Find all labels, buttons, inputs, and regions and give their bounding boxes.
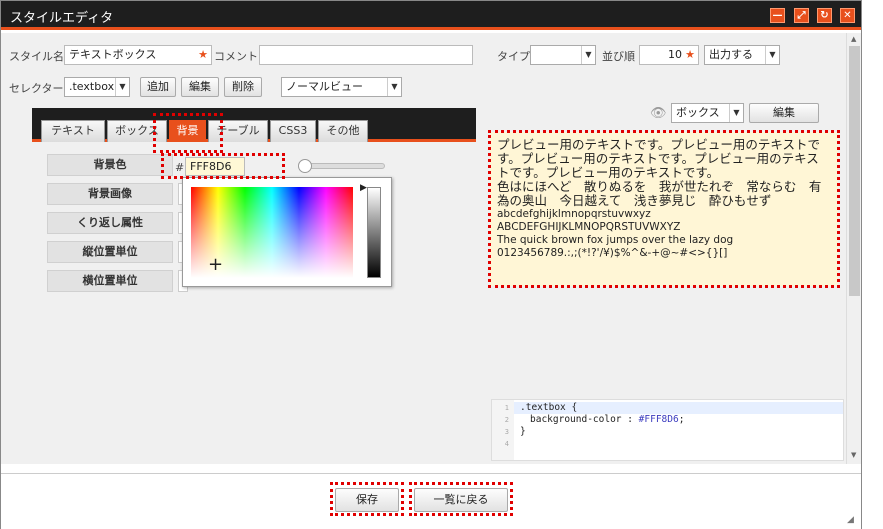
delete-button[interactable]: 削除 — [224, 77, 262, 97]
chevron-down-icon: ▼ — [729, 104, 743, 122]
preview-symbols: 0123456789.:,;(*!?'/¥)$%^&-+@~#<>{}[] — [497, 247, 728, 259]
color-picker: + ▶ — [182, 177, 392, 287]
style-name-value: テキストボックス — [69, 48, 157, 61]
preview-mode-select[interactable]: ボックス ▼ — [671, 103, 744, 123]
code-semicolon: ; — [678, 414, 685, 425]
style-editor-window: スタイルエディタ — ⤢ ↻ ✕ ▲ ▼ スタイル名 テキストボックス ★ コメ… — [0, 0, 862, 529]
minimize-icon[interactable]: — — [770, 8, 785, 23]
line-number: 1 — [504, 404, 509, 412]
tab-other[interactable]: その他 — [318, 120, 368, 142]
code-lines: .textbox { background-color : #FFF8D6; } — [520, 402, 684, 450]
bg-color-input[interactable]: FFF8D6 — [185, 157, 245, 176]
preview-japanese-text: プレビュー用のテキストです。プレビュー用のテキストです。プレビュー用のテキストで… — [497, 137, 821, 180]
scroll-up-icon[interactable]: ▲ — [851, 35, 856, 43]
required-star-icon: ★ — [685, 48, 695, 61]
color-spectrum[interactable]: + — [191, 187, 353, 278]
code-line: background-color : #FFF8D6; — [520, 414, 684, 426]
tab-css3[interactable]: CSS3 — [270, 120, 316, 142]
css-code-editor[interactable]: 1 2 3 4 .textbox { background-color : #F… — [491, 399, 844, 461]
add-button[interactable]: 追加 — [140, 77, 176, 97]
chevron-down-icon: ▼ — [115, 78, 129, 96]
scrollbar-thumb[interactable] — [849, 46, 860, 296]
tab-background[interactable]: 背景 — [169, 120, 206, 142]
footer-bar: 保存 一覧に戻る — [1, 473, 861, 529]
selector-select[interactable]: .textbox ▼ — [64, 77, 130, 97]
preview-uppercase: ABCDEFGHIJKLMNOPQRSTUVWXYZ — [497, 221, 681, 233]
selector-label: セレクター — [9, 82, 64, 95]
selector-value: .textbox — [69, 80, 115, 93]
slider-knob[interactable] — [298, 159, 312, 173]
maximize-icon[interactable]: ⤢ — [794, 8, 809, 23]
back-to-list-button[interactable]: 一覧に戻る — [414, 488, 508, 512]
code-line: } — [520, 426, 526, 437]
comment-input[interactable] — [259, 45, 473, 65]
hash-prefix: # — [175, 161, 185, 174]
order-input[interactable]: 10 ★ — [639, 45, 699, 65]
window-title: スタイルエディタ — [10, 11, 114, 26]
crosshair-icon: + — [208, 254, 224, 275]
code-line: .textbox { — [520, 402, 578, 413]
type-label: タイプ — [497, 50, 530, 63]
comment-label: コメント — [214, 50, 258, 63]
code-property: background-color : — [530, 414, 639, 425]
preview-mode-value: ボックス — [676, 106, 720, 119]
property-label-repeat: くり返し属性 — [47, 212, 173, 234]
hue-pointer-icon[interactable]: ▶ — [360, 183, 367, 193]
order-label: 並び順 — [602, 50, 635, 63]
preview-pangram: The quick brown fox jumps over the lazy … — [497, 234, 734, 246]
edit-selector-button[interactable]: 編集 — [181, 77, 219, 97]
style-name-label: スタイル名 — [9, 50, 64, 63]
vertical-scrollbar[interactable]: ▲ ▼ — [846, 33, 861, 464]
output-value: 出力する — [709, 48, 753, 61]
style-name-input[interactable]: テキストボックス ★ — [64, 45, 212, 65]
save-button[interactable]: 保存 — [335, 488, 399, 512]
line-number: 3 — [504, 428, 509, 436]
preview-area: プレビュー用のテキストです。プレビュー用のテキストです。プレビュー用のテキストで… — [490, 132, 838, 286]
chevron-down-icon: ▼ — [765, 46, 779, 64]
type-select[interactable]: ▼ — [530, 45, 596, 65]
view-mode-select[interactable]: ノーマルビュー ▼ — [281, 77, 402, 97]
property-label-bg-color: 背景色 — [47, 154, 173, 176]
tab-box[interactable]: ボックス — [107, 120, 167, 142]
opacity-slider[interactable] — [298, 159, 385, 173]
tab-table[interactable]: テーブル — [208, 120, 268, 142]
chevron-down-icon: ▼ — [387, 78, 401, 96]
tab-bar: テキスト ボックス 背景 テーブル CSS3 その他 — [32, 108, 476, 142]
line-number: 4 — [504, 440, 509, 448]
close-icon[interactable]: ✕ — [840, 8, 855, 23]
preview-edit-button[interactable]: 編集 — [749, 103, 819, 123]
required-star-icon: ★ — [198, 48, 208, 61]
property-label-horizontal-unit: 横位置単位 — [47, 270, 173, 292]
output-select[interactable]: 出力する ▼ — [704, 45, 780, 65]
preview-lowercase: abcdefghijklmnopqrstuvwxyz — [497, 208, 651, 220]
resize-grip-icon[interactable]: ◢ — [847, 515, 854, 525]
order-value: 10 — [668, 48, 682, 61]
brightness-slider[interactable] — [367, 187, 381, 278]
reload-icon[interactable]: ↻ — [817, 8, 832, 23]
scroll-down-icon[interactable]: ▼ — [851, 451, 856, 459]
property-label-bg-image: 背景画像 — [47, 183, 173, 205]
preview-iroha-text: 色はにほへど 散りぬるを 我が世たれぞ 常ならむ 有為の奥山 今日越えて 浅き夢… — [497, 179, 822, 208]
property-label-vertical-unit: 縦位置単位 — [47, 241, 173, 263]
title-bar: スタイルエディタ — ⤢ ↻ ✕ — [1, 1, 861, 30]
view-mode-value: ノーマルビュー — [286, 80, 363, 93]
bg-color-value: FFF8D6 — [190, 160, 232, 173]
line-number: 2 — [504, 416, 509, 424]
code-value: #FFF8D6 — [638, 414, 679, 425]
eye-icon[interactable]: 👁 — [650, 106, 667, 121]
line-gutter: 1 2 3 4 — [492, 400, 514, 460]
chevron-down-icon: ▼ — [581, 46, 595, 64]
tab-text[interactable]: テキスト — [41, 120, 105, 142]
